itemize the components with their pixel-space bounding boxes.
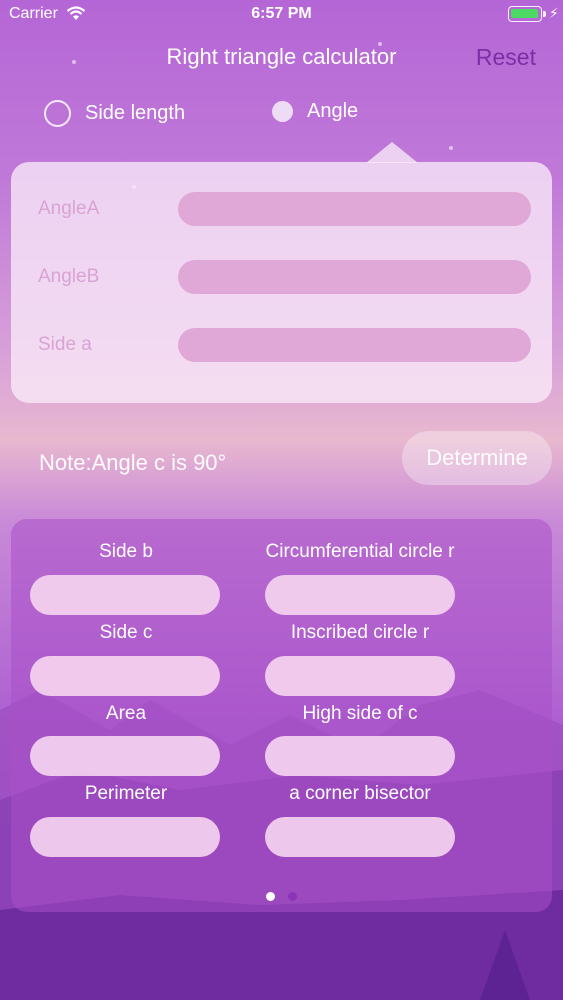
bolt-icon: ⚡ <box>549 5 559 21</box>
corner-bisector-output[interactable] <box>265 817 455 857</box>
input-label: AngleA <box>38 198 100 219</box>
high-side-c-output[interactable] <box>265 736 455 776</box>
side-b-output[interactable] <box>30 575 220 615</box>
card-pointer <box>366 142 418 163</box>
radio-unselected-icon[interactable] <box>44 100 71 127</box>
note-text: Note:Angle c is 90° <box>39 450 227 475</box>
side-a-input[interactable] <box>178 328 531 362</box>
radio-selected-icon[interactable] <box>272 101 293 122</box>
status-bar: Carrier 6:57 PM ⚡ <box>0 0 563 30</box>
inscribed-r-output[interactable] <box>265 656 455 696</box>
result-label-area: Area <box>105 703 147 724</box>
page-dot-1[interactable] <box>266 892 275 901</box>
page-dot-2[interactable] <box>288 892 297 901</box>
star-decoration <box>449 146 453 150</box>
result-label-side-b: Side b <box>99 541 153 562</box>
result-label-inscribed-r: Inscribed circle r <box>290 622 430 643</box>
results-card: Side b Circumferential circle r Side c I… <box>11 519 552 912</box>
mode-option-side-length[interactable]: Side length <box>44 100 185 127</box>
mode-label: Angle <box>307 100 359 122</box>
reset-button[interactable]: Reset <box>476 44 536 71</box>
clock: 6:57 PM <box>251 5 312 22</box>
battery-tip <box>543 11 546 17</box>
area-output[interactable] <box>30 736 220 776</box>
battery-level <box>511 9 538 18</box>
angle-b-input[interactable] <box>178 260 531 294</box>
result-label-perimeter: Perimeter <box>84 783 168 804</box>
side-c-output[interactable] <box>30 656 220 696</box>
determine-button[interactable]: Determine <box>402 431 552 485</box>
result-label-corner-bisector: a corner bisector <box>289 783 431 804</box>
angle-a-input[interactable] <box>178 192 531 226</box>
input-row-side-a: Side a <box>11 328 552 364</box>
result-label-side-c: Side c <box>99 622 153 643</box>
input-label: Side a <box>38 334 92 355</box>
result-label-circumferential-r: Circumferential circle r <box>265 541 455 562</box>
input-label: AngleB <box>38 266 100 287</box>
mode-label: Side length <box>85 102 186 124</box>
battery-icon <box>508 6 542 22</box>
result-label-high-side-c: High side of c <box>302 703 418 724</box>
input-row-angle-b: AngleB <box>11 260 552 296</box>
input-row-angle-a: AngleA <box>11 192 552 228</box>
circumferential-r-output[interactable] <box>265 575 455 615</box>
perimeter-output[interactable] <box>30 817 220 857</box>
mode-option-angle[interactable]: Angle <box>272 100 358 123</box>
input-card: AngleA AngleB Side a <box>11 162 552 403</box>
